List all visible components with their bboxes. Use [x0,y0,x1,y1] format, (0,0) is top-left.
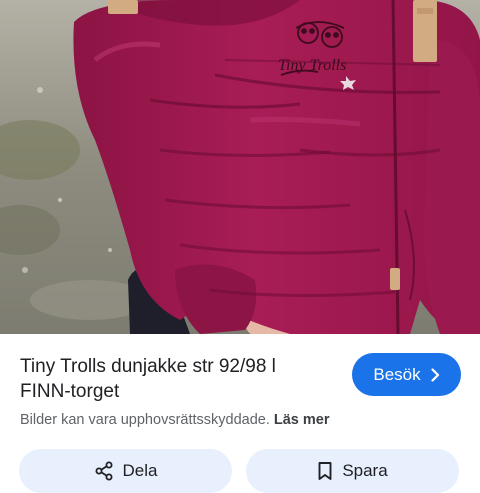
save-button-label: Spara [342,461,388,480]
result-image[interactable]: Tiny Trolls [0,0,480,334]
copyright-notice: Bilder kan vara upphovsrättsskyddade. Läs… [20,412,330,428]
read-more-link[interactable]: Läs mer [274,412,330,428]
share-icon [94,461,114,481]
jacket-photo: Tiny Trolls [0,0,480,334]
result-title-line-2[interactable]: FINN-torget [20,379,338,404]
share-button[interactable]: Dela [19,449,232,493]
visit-button-label: Besök [373,364,421,384]
share-button-label: Dela [122,461,158,480]
result-title[interactable]: Tiny Trolls dunjakke str 92/98 l FINN-to… [20,354,338,404]
bookmark-icon [317,461,333,481]
save-button[interactable]: Spara [246,449,459,493]
result-info-panel: Tiny Trolls dunjakke str 92/98 l FINN-to… [0,334,480,493]
copyright-text: Bilder kan vara upphovsrättsskyddade. [20,412,270,428]
visit-button[interactable]: Besök [352,353,461,396]
chevron-right-icon [430,367,440,382]
result-title-line-1[interactable]: Tiny Trolls dunjakke str 92/98 l [20,354,338,379]
logo-text: Tiny Trolls [278,57,346,74]
